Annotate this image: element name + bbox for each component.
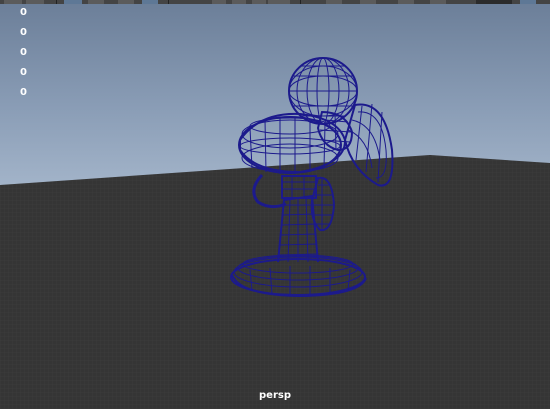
fan-cage-rim — [239, 112, 347, 174]
hud-value: 0 — [20, 67, 27, 78]
hud-value: 0 — [20, 7, 27, 18]
maya-viewport[interactable]: 0 0 0 0 0 persp — [0, 0, 550, 409]
fan-blade-lower — [310, 176, 336, 232]
toolbar-separator — [300, 0, 301, 4]
toolbar-button[interactable] — [268, 0, 290, 4]
toolbar-button[interactable] — [88, 0, 104, 4]
toolbar-button[interactable] — [142, 0, 158, 4]
fan-stand — [252, 173, 319, 263]
toolbar-separator — [56, 0, 57, 4]
hud-value: 0 — [20, 47, 27, 58]
toolbar-button[interactable] — [398, 0, 414, 4]
toolbar-separator — [168, 0, 169, 4]
panel-toolbar — [0, 0, 550, 4]
toolbar-button[interactable] — [430, 0, 446, 4]
camera-label: persp — [259, 390, 291, 401]
hud-value: 0 — [20, 87, 27, 98]
fan-wireframe-model[interactable] — [0, 0, 550, 409]
fan-blade-right — [343, 103, 394, 187]
toolbar-button[interactable] — [212, 0, 226, 4]
toolbar-button[interactable] — [360, 0, 376, 4]
toolbar-button[interactable] — [326, 0, 342, 4]
toolbar-button[interactable] — [4, 0, 22, 4]
toolbar-button[interactable] — [520, 0, 536, 4]
toolbar-button[interactable] — [232, 0, 246, 4]
toolbar-button[interactable] — [252, 0, 266, 4]
hud-value: 0 — [20, 27, 27, 38]
heads-up-display: 0 0 0 0 0 — [20, 6, 27, 106]
toolbar-button[interactable] — [26, 0, 44, 4]
toolbar-field[interactable] — [476, 0, 512, 4]
toolbar-button[interactable] — [118, 0, 134, 4]
toolbar-button[interactable] — [64, 0, 82, 4]
